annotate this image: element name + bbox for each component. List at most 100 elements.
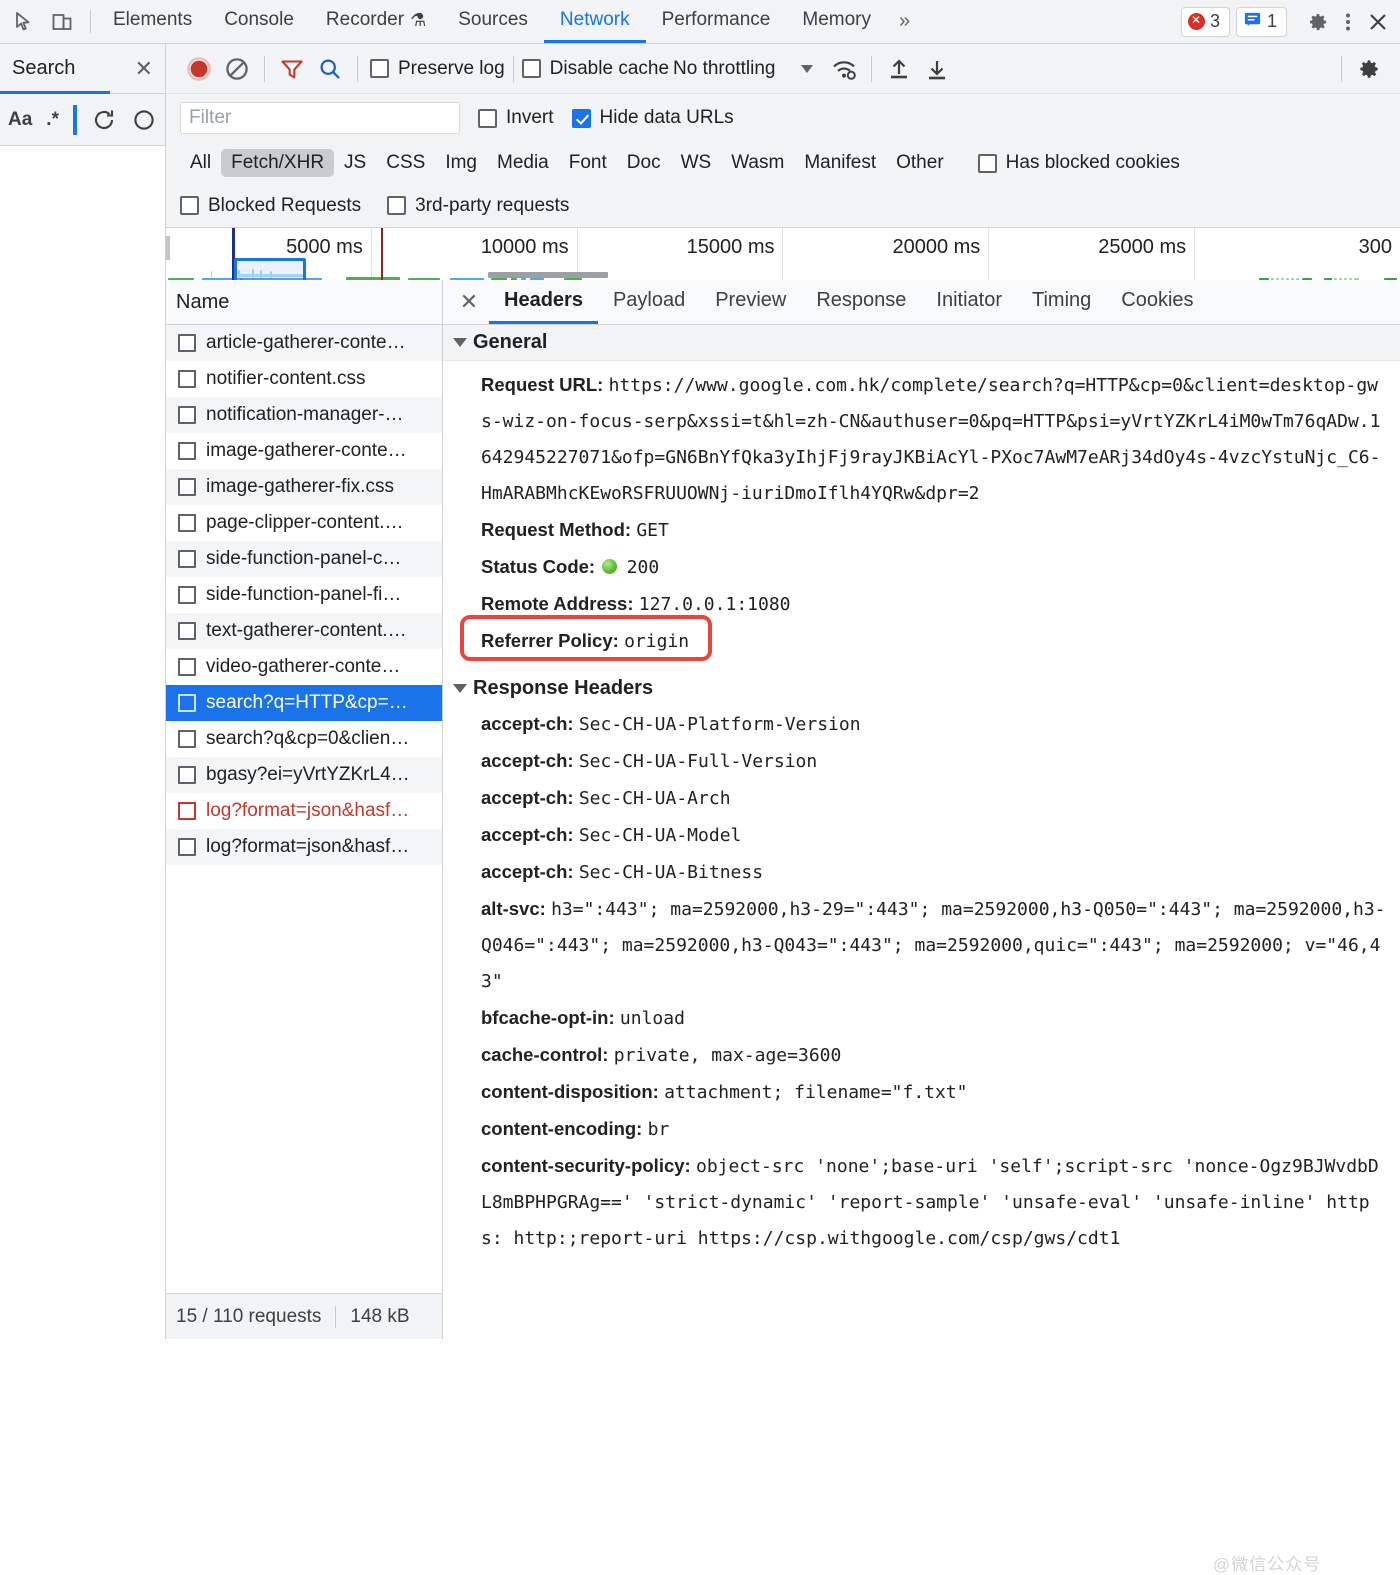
filter-type-other[interactable]: Other — [886, 149, 954, 177]
table-row[interactable]: notifier-content.css — [166, 361, 442, 397]
record-button[interactable] — [180, 50, 218, 88]
message-icon — [1243, 10, 1262, 34]
row-checkbox[interactable] — [178, 442, 196, 460]
tab-payload[interactable]: Payload — [598, 280, 700, 324]
throttling-select[interactable]: No throttling — [673, 58, 814, 80]
device-toolbar-icon[interactable] — [48, 8, 76, 36]
tab-performance[interactable]: Performance — [646, 0, 787, 43]
gear-icon[interactable] — [1304, 8, 1332, 36]
response-headers-section-header[interactable]: Response Headers — [443, 670, 1400, 706]
tab-initiator[interactable]: Initiator — [921, 280, 1017, 324]
tab-response[interactable]: Response — [801, 280, 921, 324]
close-icon[interactable]: ✕ — [449, 280, 489, 324]
table-row[interactable]: image-gatherer-fix.css — [166, 469, 442, 505]
table-row[interactable]: search?q&cp=0&clien… — [166, 721, 442, 757]
tab-console[interactable]: Console — [208, 0, 310, 43]
row-checkbox[interactable] — [178, 838, 196, 856]
row-checkbox[interactable] — [178, 478, 196, 496]
tab-sources[interactable]: Sources — [442, 0, 544, 43]
network-conditions-icon[interactable] — [825, 50, 863, 88]
filter-type-media[interactable]: Media — [487, 149, 559, 177]
row-checkbox[interactable] — [178, 370, 196, 388]
table-row[interactable]: image-gatherer-conte… — [166, 433, 442, 469]
tab-memory[interactable]: Memory — [786, 0, 887, 43]
row-checkbox[interactable] — [178, 730, 196, 748]
filter-type-js[interactable]: JS — [334, 149, 376, 177]
text-cursor[interactable] — [72, 104, 77, 135]
request-name: search?q=HTTP&cp=… — [206, 692, 408, 713]
clear-button[interactable] — [131, 107, 157, 133]
table-row[interactable]: log?format=json&hasf… — [166, 829, 442, 865]
filter-type-css[interactable]: CSS — [376, 149, 435, 177]
tab-elements[interactable]: Elements — [97, 0, 208, 43]
row-checkbox[interactable] — [178, 586, 196, 604]
row-checkbox[interactable] — [178, 802, 196, 820]
table-row[interactable]: side-function-panel-c… — [166, 541, 442, 577]
message-count-badge[interactable]: 1 — [1235, 6, 1287, 37]
match-case-button[interactable]: Aa — [8, 109, 32, 131]
invert-checkbox[interactable]: Invert — [478, 107, 554, 129]
network-settings-icon[interactable] — [1350, 50, 1388, 88]
table-row-error[interactable]: log?format=json&hasf… — [166, 793, 442, 829]
row-checkbox[interactable] — [178, 406, 196, 424]
close-icon[interactable] — [1364, 8, 1392, 36]
table-row[interactable]: bgasy?ei=yVrtYZKrL4… — [166, 757, 442, 793]
third-party-requests-checkbox[interactable]: 3rd-party requests — [387, 195, 569, 217]
filter-type-manifest[interactable]: Manifest — [794, 149, 886, 177]
row-checkbox[interactable] — [178, 622, 196, 640]
filter-type-ws[interactable]: WS — [671, 149, 722, 177]
table-row[interactable]: side-function-panel-fi… — [166, 577, 442, 613]
import-har-icon[interactable] — [880, 50, 918, 88]
filter-type-font[interactable]: Font — [559, 149, 617, 177]
request-name: image-gatherer-conte… — [206, 440, 407, 461]
requests-column-header[interactable]: Name — [166, 280, 442, 325]
tab-timing[interactable]: Timing — [1017, 280, 1106, 324]
table-row[interactable]: page-clipper-content.… — [166, 505, 442, 541]
refresh-button[interactable] — [91, 107, 117, 133]
filter-input[interactable]: Filter — [180, 102, 460, 134]
regex-button[interactable]: .* — [46, 109, 59, 131]
close-icon[interactable]: ✕ — [135, 56, 153, 82]
inspect-element-icon[interactable] — [10, 8, 38, 36]
tab-network[interactable]: Network — [543, 0, 646, 43]
filter-type-wasm[interactable]: Wasm — [721, 149, 794, 177]
blocked-requests-checkbox[interactable]: Blocked Requests — [180, 195, 361, 217]
error-count-badge[interactable]: 3 — [1180, 6, 1230, 37]
filter-type-fetch-xhr[interactable]: Fetch/XHR — [221, 149, 335, 177]
export-har-icon[interactable] — [918, 50, 956, 88]
has-blocked-cookies-checkbox[interactable]: Has blocked cookies — [977, 152, 1180, 174]
table-row[interactable]: article-gatherer-conte… — [166, 325, 442, 361]
row-checkbox[interactable] — [178, 514, 196, 532]
row-checkbox[interactable] — [178, 334, 196, 352]
table-row[interactable]: notification-manager-… — [166, 397, 442, 433]
preserve-log-checkbox[interactable]: Preserve log — [370, 58, 505, 80]
row-checkbox[interactable] — [178, 550, 196, 568]
more-options-icon[interactable] — [1334, 8, 1362, 36]
more-tabs-icon[interactable]: » — [887, 0, 922, 43]
filter-type-img[interactable]: Img — [435, 149, 487, 177]
filter-type-doc[interactable]: Doc — [617, 149, 671, 177]
general-section-header[interactable]: General — [443, 325, 1400, 361]
disable-cache-checkbox[interactable]: Disable cache — [521, 58, 669, 80]
table-row[interactable]: video-gatherer-conte… — [166, 649, 442, 685]
tab-headers[interactable]: Headers — [489, 280, 598, 324]
overview-tick-label: 15000 ms — [686, 236, 775, 258]
row-checkbox[interactable] — [178, 766, 196, 784]
tab-recorder[interactable]: Recorder ⚗ — [310, 0, 442, 43]
request-url-value[interactable]: https://www.google.com.hk/complete/searc… — [481, 375, 1380, 504]
overview-left-handle[interactable] — [166, 236, 170, 260]
table-row-selected[interactable]: search?q=HTTP&cp=… — [166, 685, 442, 721]
row-checkbox[interactable] — [178, 658, 196, 676]
row-checkbox[interactable] — [178, 694, 196, 712]
tab-cookies[interactable]: Cookies — [1106, 280, 1208, 324]
search-panel-toolbar: Aa .* — [0, 94, 165, 146]
table-row[interactable]: text-gatherer-content.… — [166, 613, 442, 649]
filter-icon[interactable] — [273, 50, 311, 88]
tab-preview[interactable]: Preview — [700, 280, 801, 324]
hide-data-urls-checkbox[interactable]: Hide data URLs — [571, 107, 734, 129]
filter-type-all[interactable]: All — [180, 149, 221, 177]
header-value: Sec-CH-UA-Platform-Version — [578, 714, 861, 735]
clear-button[interactable] — [218, 50, 256, 88]
search-icon[interactable] — [311, 50, 349, 88]
watermark: @微信公众号 — [1213, 1555, 1322, 1574]
